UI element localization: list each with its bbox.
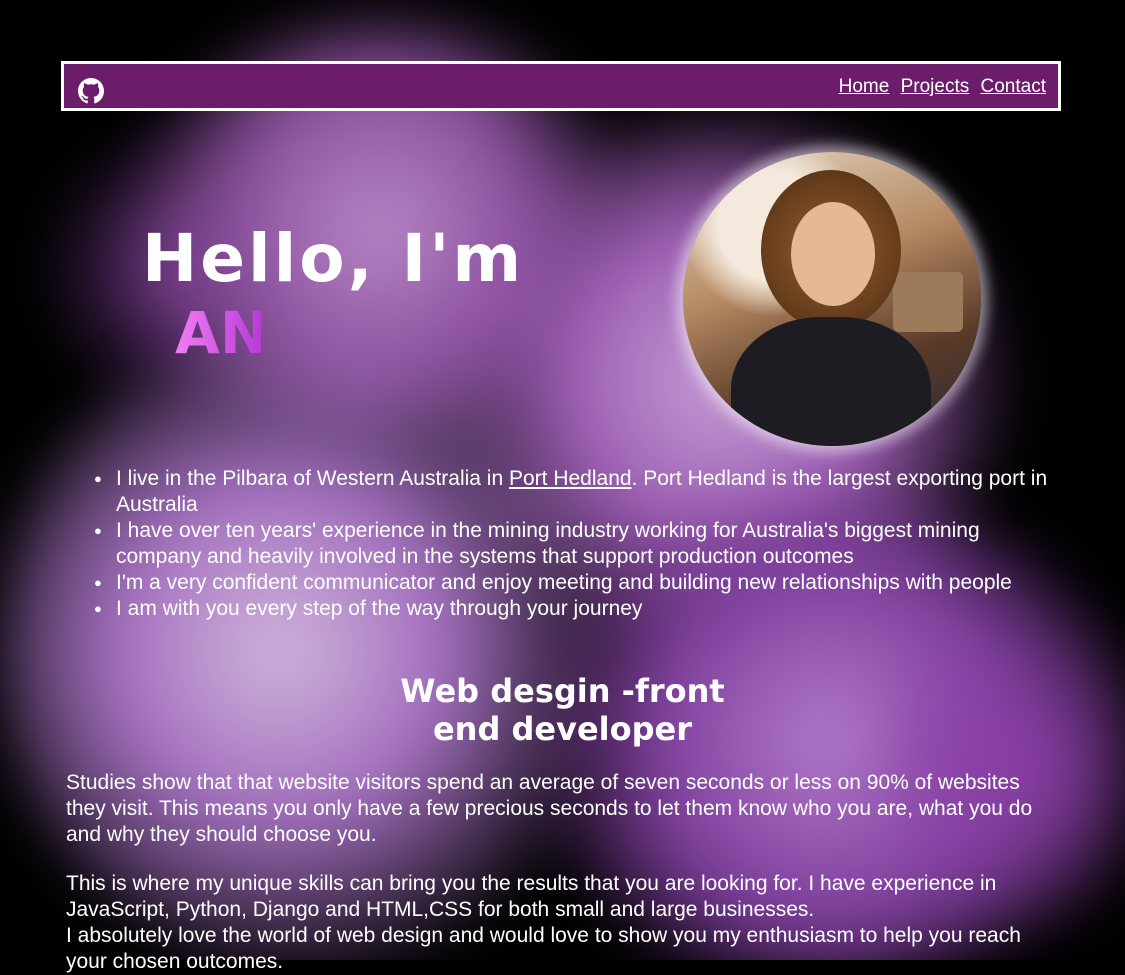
list-item: I live in the Pilbara of Western Austral… (94, 466, 1066, 518)
list-item: I have over ten years' experience in the… (94, 518, 1066, 570)
section-heading: Web desgin -front end developer (400, 672, 725, 748)
profile-photo (683, 152, 981, 446)
list-item: I am with you every step of the way thro… (94, 596, 1066, 622)
nav-contact-link[interactable]: Contact (981, 76, 1046, 97)
intro-paragraph: Studies show that that website visitors … (66, 771, 1033, 846)
skills-text: This is where my unique skills can bring… (66, 872, 997, 921)
name-text: AN (175, 302, 261, 364)
port-hedland-link[interactable]: Port Hedland (509, 467, 632, 490)
name-typing-text: AN (175, 302, 261, 364)
navbar: Home Projects Contact (61, 61, 1061, 111)
skills-paragraph: This is where my unique skills can bring… (66, 871, 1061, 975)
nav-home-link[interactable]: Home (839, 76, 890, 97)
github-icon[interactable] (78, 78, 104, 104)
about-list: I live in the Pilbara of Western Austral… (92, 466, 1066, 622)
list-item: I'm a very confident communicator and en… (94, 570, 1066, 596)
greeting-heading: Hello, I'm (142, 220, 525, 297)
nav-projects-link[interactable]: Projects (901, 76, 970, 97)
nav-links: Home Projects Contact (833, 76, 1046, 98)
love-text: I absolutely love the world of web desig… (66, 924, 1021, 973)
